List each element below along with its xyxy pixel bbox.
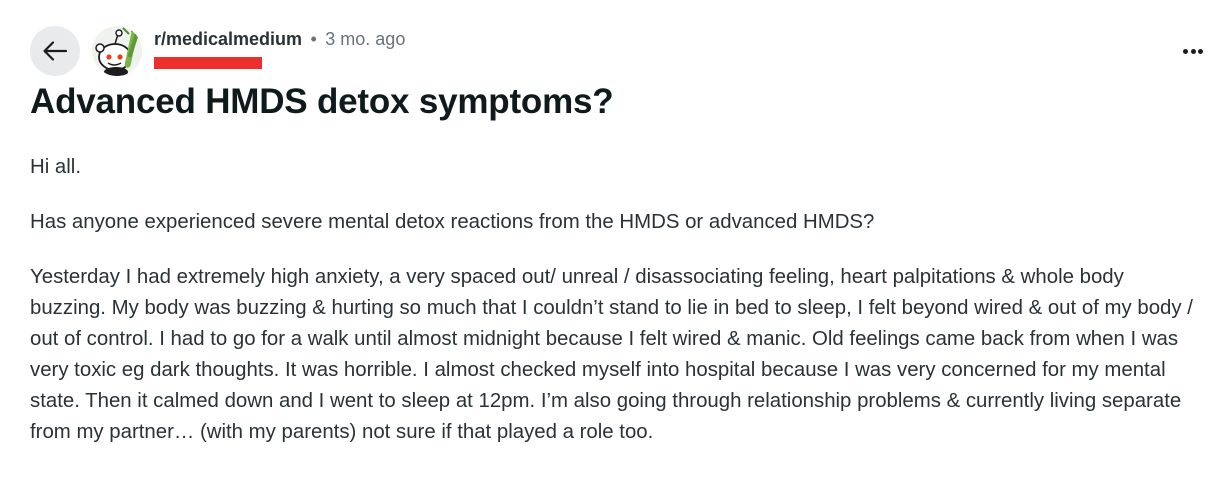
post-time: 3 mo. ago — [325, 29, 406, 49]
username-redacted[interactable] — [154, 56, 262, 72]
more-options-button[interactable] — [1181, 40, 1205, 62]
post-header: r/medicalmedium • 3 mo. ago — [30, 26, 1205, 78]
more-horizontal-icon — [1182, 48, 1188, 54]
snoo-avatar-icon — [92, 26, 142, 76]
post-paragraph: Hi all. — [30, 156, 81, 178]
more-dot — [1190, 48, 1196, 54]
post-paragraph: Yesterday I had extremely high anxiety, … — [30, 266, 1193, 443]
post-title: Advanced HMDS detox symptoms? — [30, 82, 614, 121]
more-dot — [1198, 48, 1204, 54]
subreddit-link[interactable]: r/medicalmedium — [154, 29, 302, 49]
post-paragraph: Has anyone experienced severe mental det… — [30, 211, 875, 233]
redaction-bar — [154, 57, 262, 69]
meta-separator: • — [310, 29, 317, 49]
back-button[interactable] — [30, 26, 80, 76]
post-body: Hi all. Has anyone experienced severe me… — [30, 152, 1200, 472]
post-meta: r/medicalmedium • 3 mo. ago — [154, 29, 405, 53]
arrow-left-icon — [43, 41, 68, 61]
subreddit-avatar[interactable] — [92, 26, 142, 76]
